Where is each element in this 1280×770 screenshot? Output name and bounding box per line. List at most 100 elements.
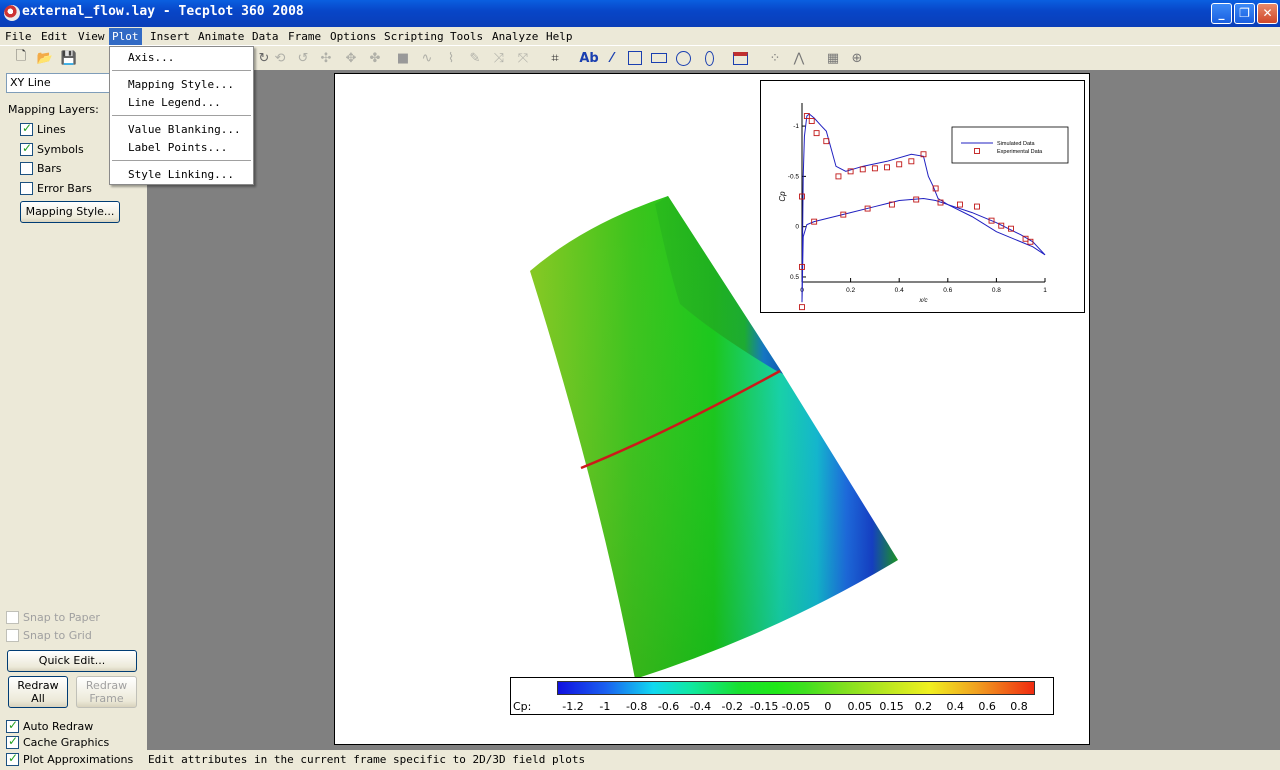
status-bar: Edit attributes in the current frame spe…	[147, 750, 1280, 770]
contour-icon[interactable]: ■	[394, 49, 412, 67]
colorbar-tick-label: 0.4	[946, 700, 965, 713]
scatter-icon[interactable]: ⁘	[766, 49, 784, 67]
grid-icon[interactable]: ▦	[824, 49, 842, 67]
extract-icon[interactable]: ⤨	[490, 49, 508, 67]
lines-checkbox[interactable]: Lines	[20, 121, 66, 136]
checkbox-label: Plot Approximations	[23, 753, 134, 766]
frame-icon[interactable]	[731, 49, 749, 67]
checkbox-box[interactable]	[20, 121, 33, 136]
circle-icon[interactable]	[674, 49, 692, 67]
checkbox-box[interactable]	[20, 141, 33, 156]
text-icon[interactable]: Ab	[578, 49, 600, 67]
select-icon[interactable]: ⌇	[442, 49, 460, 67]
tecplot-app-icon[interactable]	[4, 5, 20, 21]
menu-item-label-points[interactable]: Label Points...	[128, 140, 227, 156]
adjustor-icon[interactable]: ∿	[418, 49, 436, 67]
save-icon[interactable]: 💾	[60, 49, 78, 67]
menu-item-line-legend[interactable]: Line Legend...	[128, 95, 221, 111]
button-label: All	[31, 692, 45, 705]
bars-checkbox[interactable]: Bars	[20, 162, 62, 175]
menu-help[interactable]: Help	[544, 28, 575, 45]
plot-type-select[interactable]: XY Line	[6, 73, 110, 93]
checkbox-label: Error Bars	[37, 182, 92, 195]
probe-icon[interactable]: ✣	[317, 49, 335, 67]
line-plot-icon[interactable]: ⋀	[790, 49, 808, 67]
experimental-marker	[908, 158, 915, 165]
window-title: external_flow.lay - Tecplot 360 2008	[22, 4, 304, 19]
cache-graphics-checkbox[interactable]: Cache Graphics	[6, 734, 110, 749]
menu-scripting[interactable]: Scripting	[382, 28, 446, 45]
menu-options[interactable]: Options	[328, 28, 378, 45]
streamtrace-icon[interactable]: ✤	[366, 49, 384, 67]
experimental-marker	[974, 203, 980, 210]
colorbar-gradient	[557, 681, 1035, 695]
checkbox-box[interactable]	[6, 718, 19, 733]
colorbar-tick-label: -0.8	[625, 700, 648, 713]
experimental-marker	[859, 166, 866, 173]
zoom-region-icon[interactable]: ⌗	[546, 49, 564, 67]
slice-icon[interactable]: ✥	[342, 49, 360, 67]
legend-entry-label: Simulated Data	[997, 141, 1036, 147]
experimental-marker	[871, 165, 878, 172]
snap-to-paper-checkbox[interactable]: Snap to Paper	[6, 611, 100, 624]
menu-edit[interactable]: Edit	[39, 28, 70, 45]
square-icon[interactable]	[626, 49, 644, 67]
edit-icon[interactable]: ✎	[466, 49, 484, 67]
close-button[interactable]: ✕	[1257, 3, 1278, 24]
symbols-checkbox[interactable]: Symbols	[20, 141, 84, 156]
checkbox-box[interactable]	[6, 629, 19, 642]
experimental-marker	[896, 161, 903, 168]
checkbox-label: Cache Graphics	[23, 736, 110, 749]
x-tick-label: 0.8	[992, 287, 1001, 294]
zoom-icon[interactable]: ⟲	[271, 49, 289, 67]
menu-item-axis[interactable]: Axis...	[128, 50, 174, 66]
menu-animate[interactable]: Animate	[196, 28, 246, 45]
menu-item-value-blanking[interactable]: Value Blanking...	[128, 122, 241, 138]
open-folder-icon[interactable]: 📂	[36, 49, 54, 67]
plot-frame[interactable]: 0 0.2 0.4 0.6 0.8 1 -1 -0.5 0 0.5 x/c Cp Simulated D…	[334, 73, 1090, 745]
menu-item-style-linking[interactable]: Style Linking...	[128, 167, 234, 183]
menu-view[interactable]: View	[76, 28, 107, 45]
polyline-icon[interactable]: ⁄	[603, 49, 621, 67]
menu-data[interactable]: Data	[250, 28, 281, 45]
menu-item-mapping-style[interactable]: Mapping Style...	[128, 77, 234, 93]
plot-menu-dropdown: Axis... Mapping Style... Line Legend... …	[109, 46, 254, 185]
snap-to-grid-checkbox[interactable]: Snap to Grid	[6, 629, 92, 642]
polar-icon[interactable]: ⊕	[848, 49, 866, 67]
auto-redraw-checkbox[interactable]: Auto Redraw	[6, 718, 93, 733]
experimental-marker	[808, 118, 815, 125]
checkbox-box[interactable]	[6, 734, 19, 749]
restore-button[interactable]: ❐	[1234, 3, 1255, 24]
translate-icon[interactable]: ↺	[294, 49, 312, 67]
checkbox-box[interactable]	[20, 162, 33, 175]
measure-icon[interactable]: ⤧	[514, 49, 532, 67]
contour-legend[interactable]: Cp: -1.2 -1 -0.8 -0.6 -0.4 -0.2 -0.15 -0.05 0 0.0…	[510, 677, 1054, 715]
x-tick-label: 0.6	[943, 287, 952, 294]
new-file-icon[interactable]: 🗋	[12, 49, 30, 67]
colorbar-tick-label: -0.15	[749, 700, 779, 713]
checkbox-box[interactable]	[20, 182, 33, 195]
menu-file[interactable]: File	[3, 28, 34, 45]
colorbar-tick-label: 0	[824, 700, 832, 713]
rectangle-icon[interactable]	[649, 49, 669, 67]
plot-approximations-checkbox[interactable]: Plot Approximations	[6, 751, 134, 766]
checkbox-box[interactable]	[6, 751, 19, 766]
ellipse-icon[interactable]	[700, 49, 718, 67]
error-bars-checkbox[interactable]: Error Bars	[20, 182, 92, 195]
xy-line-plot[interactable]: 0 0.2 0.4 0.6 0.8 1 -1 -0.5 0 0.5 x/c Cp Simulated D…	[760, 80, 1085, 313]
workspace[interactable]: 0 0.2 0.4 0.6 0.8 1 -1 -0.5 0 0.5 x/c Cp Simulated D…	[147, 70, 1280, 750]
checkbox-box[interactable]	[6, 611, 19, 624]
redraw-all-button[interactable]: Redraw All	[8, 676, 68, 708]
menu-tools[interactable]: Tools	[448, 28, 485, 45]
menu-insert[interactable]: Insert	[148, 28, 192, 45]
menu-analyze[interactable]: Analyze	[490, 28, 540, 45]
redraw-frame-button[interactable]: Redraw Frame	[76, 676, 137, 708]
experimental-marker	[884, 164, 891, 171]
mapping-style-button[interactable]: Mapping Style...	[20, 201, 120, 223]
menu-plot[interactable]: Plot	[109, 28, 142, 45]
menu-separator	[112, 115, 251, 116]
colorbar-tick-label: 0.6	[978, 700, 996, 713]
menu-frame[interactable]: Frame	[286, 28, 323, 45]
minimize-button[interactable]: _	[1211, 3, 1232, 24]
quick-edit-button[interactable]: Quick Edit...	[7, 650, 137, 672]
